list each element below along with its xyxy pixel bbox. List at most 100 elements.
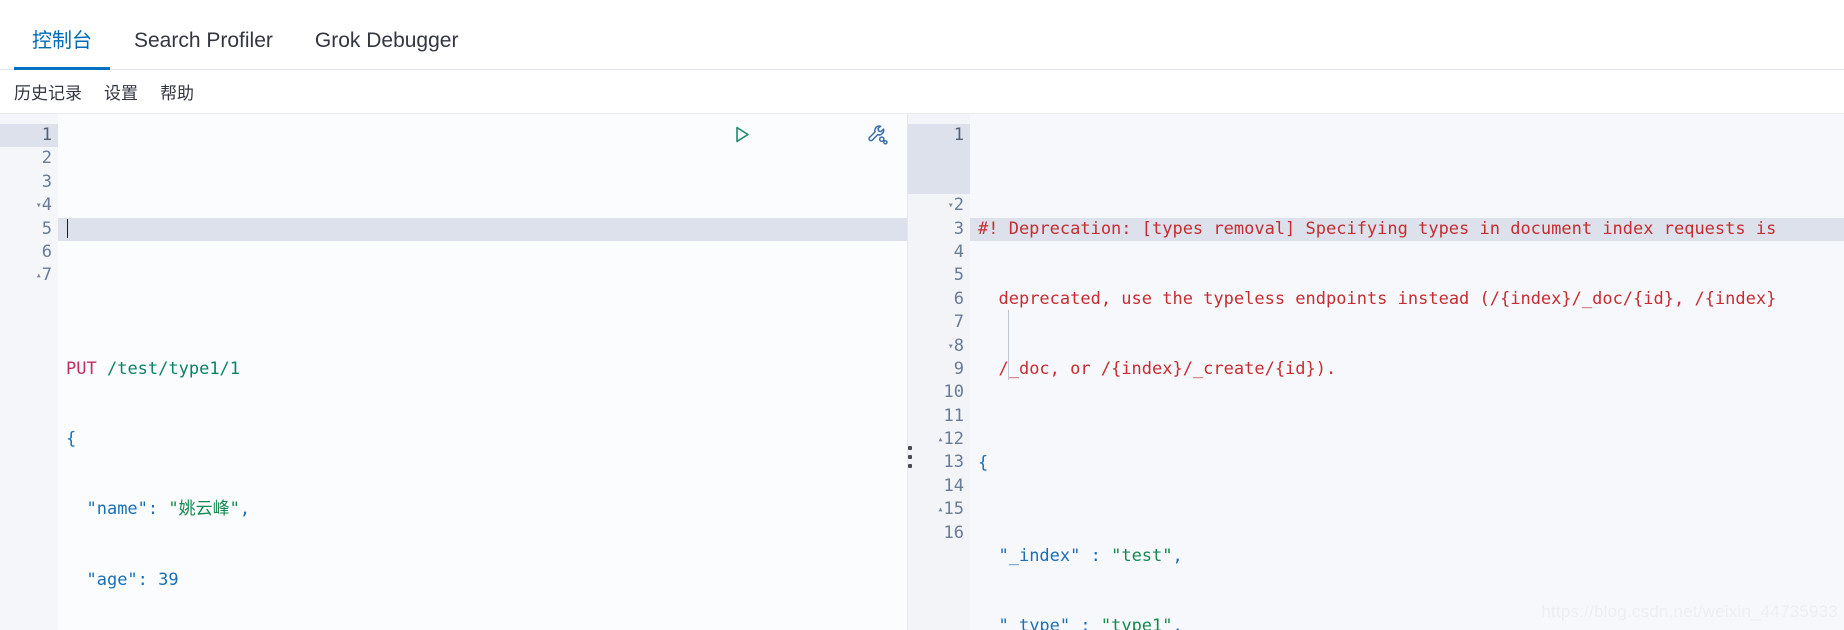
fold-toggle[interactable]: ▾ [31, 194, 42, 217]
gutter-line[interactable]: ▾4 [0, 194, 58, 217]
response-warning-line[interactable]: deprecated, use the typeless endpoints i… [978, 288, 1844, 311]
tab-search-profiler-label: Search Profiler [134, 29, 273, 52]
gutter-line[interactable]: 14 [908, 475, 970, 498]
gutter-line[interactable]: 9 [908, 358, 970, 381]
line-number: 6 [41, 241, 52, 262]
request-path: /test/type1/1 [106, 359, 241, 380]
json-key: "_type" [998, 616, 1071, 630]
gutter-line[interactable]: 10 [908, 381, 970, 404]
gutter-line[interactable]: ▴15 [908, 498, 970, 521]
gutter-line[interactable]: 3 [0, 171, 58, 194]
line-number: 13 [943, 452, 964, 473]
response-pane[interactable]: 1 ▾2 3 4 5 6 7 ▾8 9 10 11 ▴12 13 14 ▴15 … [908, 114, 1844, 630]
http-method: PUT [66, 359, 97, 380]
gutter-line[interactable]: ▾2 [908, 194, 970, 217]
line-number: 10 [943, 382, 964, 403]
gutter-line[interactable]: ▾8 [908, 335, 970, 358]
play-icon[interactable] [630, 125, 751, 144]
json-value: "test" [1111, 546, 1173, 567]
fold-toggle[interactable]: ▴ [31, 264, 42, 287]
editor-action-icons [630, 124, 889, 145]
line-number: 11 [943, 405, 964, 426]
json-comma: , [239, 499, 251, 520]
json-value: 39 [158, 569, 179, 590]
gutter-line[interactable]: 5 [0, 218, 58, 241]
fold-toggle[interactable]: ▴ [933, 498, 943, 521]
line-number: 2 [953, 195, 964, 216]
response-code-area[interactable]: #! Deprecation: [types removal] Specifyi… [970, 114, 1844, 630]
brace-open: { [978, 452, 989, 473]
console-workspace: 1 2 3 ▾4 5 6 ▴7 PUT /test/type1/1 {"nam… [0, 114, 1844, 630]
json-comma: , [1172, 616, 1183, 630]
line-number: 7 [953, 312, 964, 333]
fold-toggle[interactable]: ▴ [933, 428, 943, 451]
line-number: 6 [953, 288, 964, 309]
nav-item-settings[interactable]: 设置 [104, 79, 138, 104]
handle-dot [908, 455, 912, 459]
gutter-line[interactable]: 11 [908, 405, 970, 428]
main-tab-bar: 控制台 Search Profiler Grok Debugger [0, 0, 1844, 70]
gutter-line[interactable]: 3 [908, 218, 970, 241]
tab-grok-debugger-label: Grok Debugger [314, 29, 459, 52]
json-key: "_index" [998, 546, 1081, 567]
line-number: 3 [953, 218, 964, 239]
gutter-line[interactable]: 7 [908, 311, 970, 334]
json-value: "姚云峰" [168, 499, 240, 520]
json-separator: : [137, 569, 159, 590]
response-line-gutter: 1 ▾2 3 4 5 6 7 ▾8 9 10 11 ▴12 13 14 ▴15 … [908, 114, 970, 630]
json-key: "age" [86, 569, 138, 590]
gutter-line[interactable]: 1 [0, 124, 58, 148]
tab-grok-debugger[interactable]: Grok Debugger [297, 30, 477, 69]
text-cursor [67, 218, 68, 238]
response-warning-line[interactable]: #! Deprecation: [types removal] Specifyi… [970, 217, 1844, 242]
wrench-icon[interactable] [765, 124, 889, 145]
gutter-line[interactable]: 4 [908, 241, 970, 264]
code-line[interactable] [66, 288, 907, 311]
line-number: 2 [41, 148, 52, 169]
code-line[interactable]: { [66, 428, 907, 451]
deprecation-warning-line-2: deprecated, use the typeless endpoints i… [998, 288, 1777, 309]
line-number: 4 [41, 195, 52, 216]
tab-console[interactable]: 控制台 [14, 31, 110, 70]
gutter-line[interactable]: 1 [908, 124, 970, 195]
line-number: 16 [943, 522, 964, 543]
line-number: 3 [41, 171, 52, 192]
line-number: 5 [41, 218, 52, 239]
pane-resize-handle[interactable] [902, 446, 918, 468]
indent-guide [1008, 310, 1009, 380]
request-line-gutter: 1 2 3 ▾4 5 6 ▴7 [0, 114, 58, 630]
line-number: 15 [943, 499, 964, 520]
line-number: 1 [953, 125, 964, 145]
gutter-line[interactable]: 5 [908, 264, 970, 287]
response-warning-line[interactable]: /_doc, or /{index}/_create/{id}). [978, 358, 1844, 381]
tab-search-profiler[interactable]: Search Profiler [116, 30, 291, 69]
code-line[interactable]: PUT /test/type1/1 [66, 358, 907, 381]
deprecation-warning-line-3: /_doc, or /{index}/_create/{id}). [998, 359, 1337, 380]
line-number: 9 [953, 358, 964, 379]
code-line[interactable]: "name": "姚云峰", [66, 498, 907, 521]
request-code-area[interactable]: PUT /test/type1/1 { "name": "姚云峰", "age"… [58, 114, 907, 630]
json-separator: : [147, 499, 169, 520]
gutter-line[interactable]: 2 [0, 147, 58, 170]
brace-open: { [66, 429, 77, 450]
watermark: https://blog.csdn.net/weixin_44735933 [1541, 602, 1838, 621]
code-line[interactable] [58, 217, 907, 242]
fold-toggle[interactable]: ▾ [943, 335, 954, 358]
nav-item-help[interactable]: 帮助 [160, 79, 194, 104]
json-comma: , [1172, 546, 1183, 567]
json-separator: : [1070, 616, 1101, 630]
nav-item-history[interactable]: 历史记录 [14, 79, 82, 104]
line-number: 5 [953, 265, 964, 286]
gutter-line[interactable]: 16 [908, 522, 970, 545]
code-line[interactable]: "age": 39 [66, 569, 907, 592]
gutter-line[interactable]: 6 [0, 241, 58, 264]
fold-toggle[interactable]: ▾ [943, 194, 954, 217]
secondary-nav: 历史记录 设置 帮助 [0, 70, 1844, 114]
code-line[interactable]: "_index" : "test", [978, 545, 1844, 568]
code-line[interactable]: { [978, 452, 1844, 475]
handle-dot [908, 446, 912, 450]
line-number: 1 [41, 125, 52, 145]
request-editor-pane[interactable]: 1 2 3 ▾4 5 6 ▴7 PUT /test/type1/1 {"nam… [0, 114, 908, 630]
gutter-line[interactable]: 6 [908, 288, 970, 311]
gutter-line[interactable]: ▴7 [0, 264, 58, 287]
